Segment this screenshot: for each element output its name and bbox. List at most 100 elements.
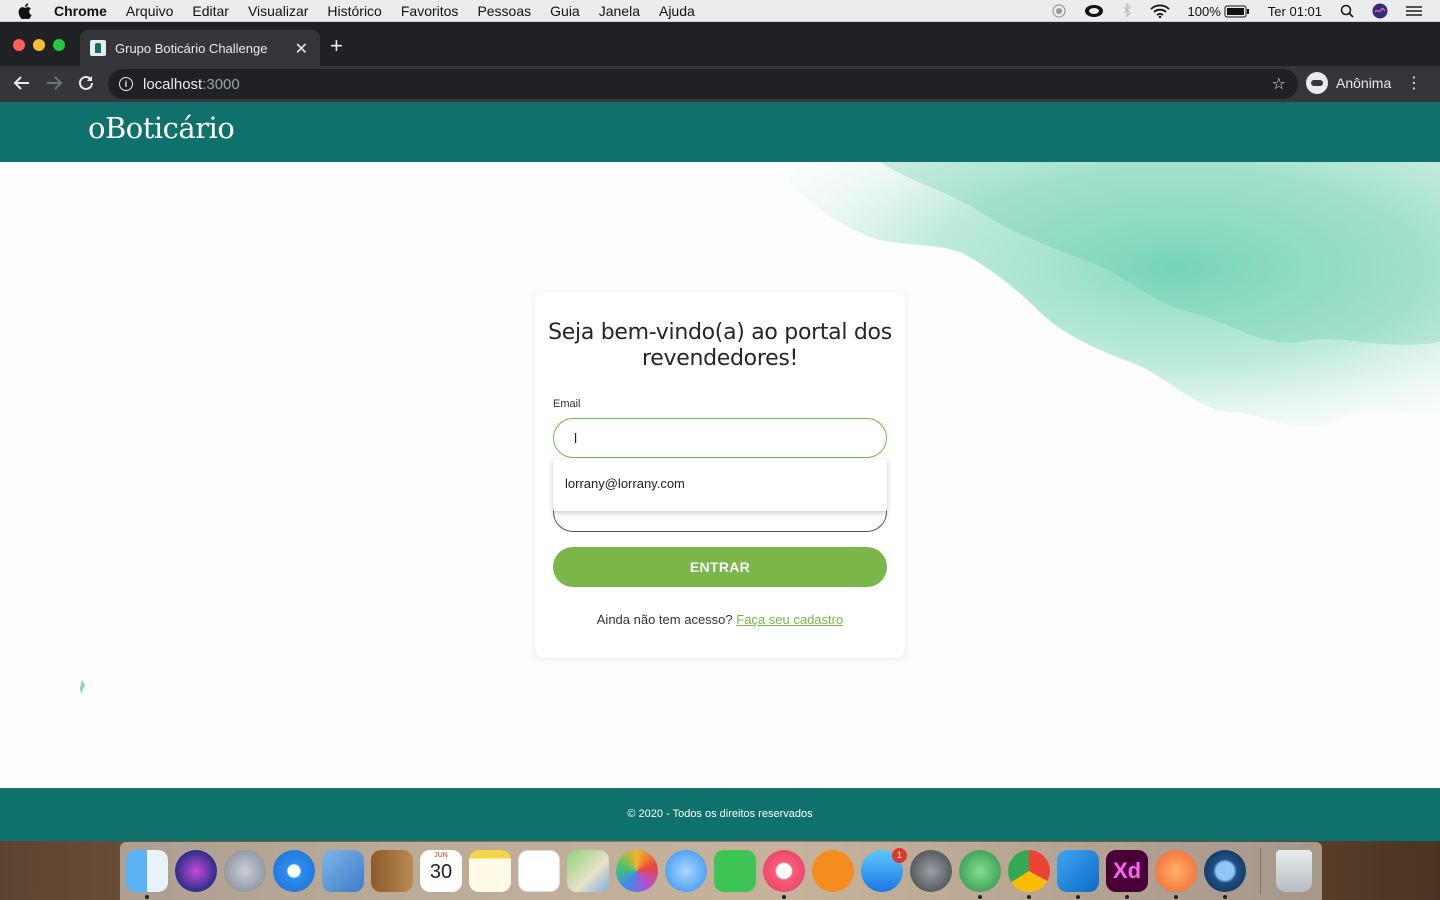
dock-divider [1260,848,1261,894]
trash-icon[interactable] [1276,850,1312,892]
siri-menubar-icon[interactable] [1372,3,1388,19]
calendar-icon[interactable]: JUN 30 [420,850,462,892]
mail-icon[interactable] [322,850,364,892]
menu-ajuda[interactable]: Ajuda [659,3,695,19]
running-indicator [1174,895,1178,899]
calendar-month: JUN [434,852,448,859]
running-indicator [1223,895,1227,899]
menu-app-name[interactable]: Chrome [54,3,107,19]
battery-icon [1224,5,1249,17]
chrome-icon[interactable] [1008,850,1050,892]
battery-percent: 100% [1187,3,1221,19]
launchpad-icon[interactable] [224,850,266,892]
running-indicator [978,895,982,899]
address-bar[interactable]: i localhost:3000 ☆ [108,69,1298,99]
finder-icon[interactable] [126,850,168,892]
vscode-icon[interactable] [1057,850,1099,892]
login-heading: Seja bem-vindo(a) ao portal dos revended… [535,320,905,372]
macos-menu-bar: Chrome Arquivo Editar Visualizar Históri… [0,0,1440,22]
login-heading-line1: Seja bem-vindo(a) ao portal dos [548,320,892,345]
notification-center-icon[interactable] [1406,5,1422,17]
menu-pessoas[interactable]: Pessoas [477,3,531,19]
profile-label: Anônima [1336,75,1392,91]
siri-icon[interactable] [175,850,217,892]
calendar-day: 30 [429,861,453,883]
menu-favoritos[interactable]: Favoritos [401,3,459,19]
reminders-icon[interactable] [518,850,560,892]
boticario-logo[interactable]: oBoticário [88,111,235,145]
menu-historico[interactable]: Histórico [327,3,381,19]
back-arrow-icon[interactable] [13,74,31,97]
bookmark-star-icon[interactable]: ☆ [1272,74,1286,94]
creative-cloud-icon[interactable] [1084,4,1104,18]
maps-icon[interactable] [567,850,609,892]
quicktime-icon[interactable] [1204,850,1246,892]
running-indicator [145,895,149,899]
bluetooth-icon[interactable] [1122,3,1132,19]
spotlight-search-icon[interactable] [1340,4,1354,18]
incognito-profile-button[interactable]: Anônima [1306,72,1391,94]
watercolor-splash-decoration [80,680,85,694]
window-zoom-button[interactable] [53,39,65,51]
menubar-clock[interactable]: Ter 01:01 [1268,4,1322,19]
signup-prompt: Ainda não tem acesso? Faça seu cadastro [535,612,905,627]
menubar-status-area: 100% Ter 01:01 [1051,0,1440,22]
signup-link[interactable]: Faça seu cadastro [736,612,843,627]
safari-icon[interactable] [273,850,315,892]
login-heading-line2: revendedores! [642,346,798,371]
pencil-app-icon[interactable] [1155,850,1197,892]
new-tab-button[interactable]: + [330,35,343,57]
menu-arquivo[interactable]: Arquivo [126,3,173,19]
site-info-icon[interactable]: i [119,77,133,91]
web-page: oBoticário Seja bem-vindo(a) ao portal d… [0,102,1440,841]
site-footer: © 2020 - Todos os direitos reservados [0,788,1440,841]
music-icon[interactable] [763,850,805,892]
tab-close-icon[interactable]: ✕ [295,39,308,59]
menu-visualizar[interactable]: Visualizar [248,3,308,19]
login-card: Seja bem-vindo(a) ao portal dos revended… [535,292,905,658]
reload-icon[interactable] [77,74,95,97]
appstore-badge: 1 [892,848,907,863]
xd-label: Xd [1112,858,1142,883]
tab-favicon-icon [90,40,106,56]
email-input[interactable] [553,418,887,458]
running-indicator [1027,895,1031,899]
menu-editar[interactable]: Editar [192,3,229,19]
battery-status[interactable]: 100% [1188,4,1250,19]
running-indicator [1125,895,1129,899]
adobe-xd-icon[interactable]: Xd [1106,850,1148,892]
chrome-menu-icon[interactable]: ⋮ [1406,74,1422,94]
footer-copyright: © 2020 - Todos os direitos reservados [627,808,813,820]
books-icon[interactable] [812,850,854,892]
login-submit-button[interactable]: ENTRAR [553,547,887,587]
running-indicator [1076,895,1080,899]
window-minimize-button[interactable] [33,39,45,51]
signup-prompt-text: Ainda não tem acesso? [596,612,733,627]
url-port: :3000 [202,75,240,93]
screen-record-icon[interactable] [1051,4,1066,18]
incognito-icon [1306,72,1328,94]
forward-arrow-icon[interactable] [45,74,63,97]
browser-toolbar: i localhost:3000 ☆ Anônima ⋮ [0,66,1440,102]
photos-icon[interactable] [616,850,658,892]
appstore-icon[interactable]: 1 [861,848,907,892]
android-studio-icon[interactable] [959,850,1001,892]
menu-guia[interactable]: Guia [550,3,580,19]
notes-icon[interactable] [469,850,511,892]
email-autocomplete-dropdown: lorrany@lorrany.com [553,459,887,511]
url-host: localhost [143,75,203,93]
menu-janela[interactable]: Janela [599,3,640,19]
apple-menu-icon[interactable] [18,2,38,19]
facetime-icon[interactable] [714,850,756,892]
wifi-icon[interactable] [1149,4,1170,18]
window-close-button[interactable] [13,39,25,51]
browser-tab-active[interactable]: Grupo Boticário Challenge ✕ [80,30,320,66]
contacts-icon[interactable] [371,850,413,892]
messages-icon[interactable] [665,850,707,892]
macos-dock: JUN 30 1 Xd [120,842,1322,900]
email-label: Email [553,398,581,410]
tab-title: Grupo Boticário Challenge [115,40,268,56]
browser-tab-strip: Grupo Boticário Challenge ✕ + [0,22,1440,66]
autocomplete-option[interactable]: lorrany@lorrany.com [565,476,685,491]
system-preferences-icon[interactable] [910,850,952,892]
